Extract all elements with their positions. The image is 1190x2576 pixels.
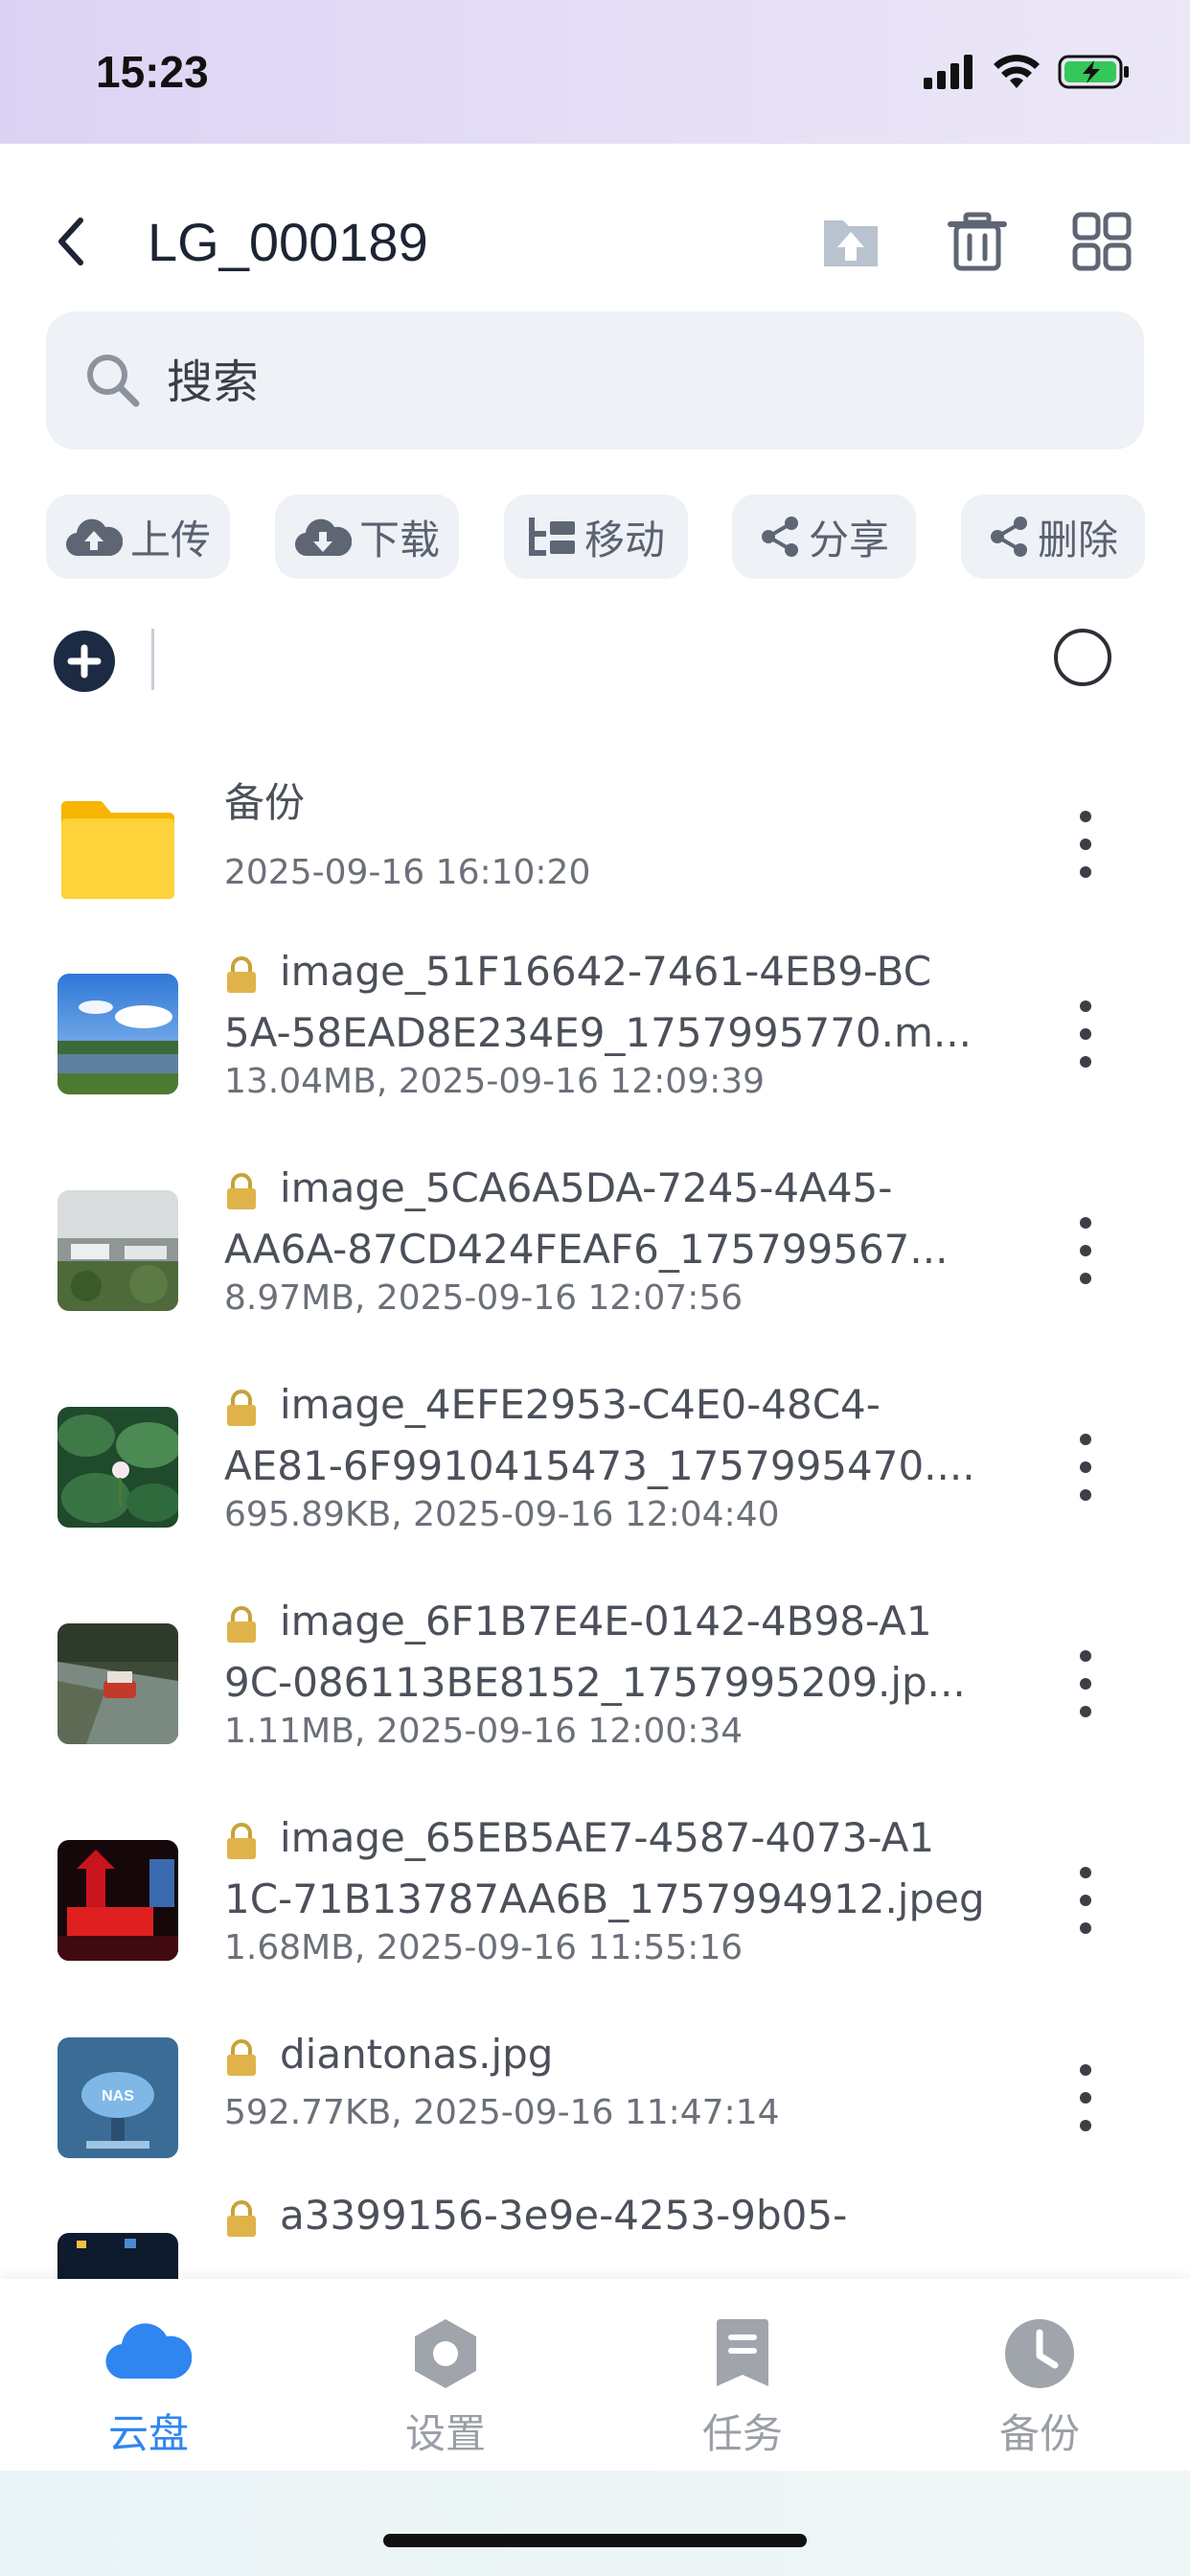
header: LG_000189	[0, 144, 1190, 307]
delete-label: 删除	[1037, 516, 1118, 564]
page-title: LG_000189	[148, 212, 428, 272]
upload-label: 上传	[129, 516, 211, 564]
image-thumbnail: NAS	[57, 2037, 178, 2158]
tab-backup[interactable]: 备份	[891, 2279, 1188, 2471]
add-button[interactable]	[54, 631, 115, 692]
list-item[interactable]: image_51F16642-7461-4EB9-BC 5A-58EAD8E23…	[0, 939, 1190, 1156]
list-item[interactable]: image_6F1B7E4E-0142-4B98-A1 9C-086113BE8…	[0, 1589, 1190, 1806]
tab-settings[interactable]: 设置	[297, 2279, 594, 2471]
download-label: 下载	[358, 516, 440, 564]
file-meta: 2025-09-16 16:10:20	[224, 853, 591, 892]
image-thumbnail	[57, 1840, 178, 1961]
more-menu-button[interactable]	[1073, 1650, 1098, 1717]
file-name: diantonas.jpg	[224, 2024, 1010, 2085]
list-item[interactable]: image_65EB5AE7-4587-4073-A1 1C-71B13787A…	[0, 1806, 1190, 2022]
file-name: image_65EB5AE7-4587-4073-A1 1C-71B13787A…	[224, 1814, 985, 1922]
image-thumbnail	[57, 2233, 178, 2281]
select-all-checkbox[interactable]	[1054, 629, 1111, 686]
more-menu-button[interactable]	[1073, 1434, 1098, 1501]
file-meta: 1.11MB, 2025-09-16 12:00:34	[224, 1712, 744, 1751]
lock-icon	[227, 1389, 256, 1426]
folder-icon	[61, 801, 174, 899]
lock-icon	[227, 1172, 256, 1209]
clock-icon	[1005, 2319, 1074, 2388]
tab-cloud[interactable]: 云盘	[0, 2279, 297, 2471]
file-name: image_5CA6A5DA-7245-4A45- AA6A-87CD424FE…	[224, 1164, 949, 1273]
lock-icon	[227, 1605, 256, 1643]
more-menu-button[interactable]	[1073, 1217, 1098, 1284]
image-thumbnail	[57, 1190, 178, 1311]
cloud-download-icon	[294, 518, 352, 557]
file-meta: 13.04MB, 2025-09-16 12:09:39	[224, 1062, 766, 1101]
settings-icon	[415, 2319, 476, 2388]
list-item[interactable]: image_5CA6A5DA-7245-4A45- AA6A-87CD424FE…	[0, 1156, 1190, 1372]
file-name: a3399156-3e9e-4253-9b05-	[224, 2185, 1010, 2246]
share-label: 分享	[808, 516, 889, 564]
status-time: 15:23	[96, 47, 209, 97]
search-bar[interactable]	[46, 311, 1144, 449]
tab-tasks[interactable]: 任务	[594, 2279, 891, 2471]
image-thumbnail	[57, 1407, 178, 1528]
status-icons	[924, 54, 1131, 90]
trash-icon[interactable]	[947, 211, 1008, 272]
move-button[interactable]: 移动	[504, 494, 688, 579]
file-meta: 592.77KB, 2025-09-16 11:47:14	[224, 2093, 780, 2132]
search-input[interactable]	[165, 348, 1031, 417]
wifi-icon	[994, 55, 1040, 88]
file-list: 备份 2025-09-16 16:10:20 image_51F16642-74…	[0, 748, 1190, 2281]
upload-button[interactable]: 上传	[46, 494, 230, 579]
task-icon	[717, 2319, 768, 2386]
file-meta: 695.89KB, 2025-09-16 12:04:40	[224, 1495, 780, 1534]
image-thumbnail	[57, 1623, 178, 1744]
file-name: image_51F16642-7461-4EB9-BC 5A-58EAD8E23…	[224, 948, 972, 1056]
file-meta: 8.97MB, 2025-09-16 12:07:56	[224, 1278, 744, 1318]
move-icon	[528, 518, 575, 556]
download-button[interactable]: 下载	[275, 494, 459, 579]
list-item[interactable]: a3399156-3e9e-4253-9b05-	[0, 2185, 1190, 2281]
image-thumbnail	[57, 974, 178, 1094]
lock-icon	[227, 955, 256, 993]
back-icon[interactable]	[48, 213, 96, 270]
search-icon	[87, 355, 140, 407]
home-area	[0, 2471, 1190, 2576]
home-indicator[interactable]	[383, 2534, 807, 2547]
delete-button[interactable]: 删除	[961, 494, 1145, 579]
tab-tasks-label: 任务	[701, 2410, 783, 2457]
share-icon	[761, 517, 798, 557]
lock-icon	[227, 1822, 256, 1859]
list-item-folder[interactable]: 备份 2025-09-16 16:10:20	[0, 748, 1190, 964]
more-menu-button[interactable]	[1073, 1000, 1098, 1068]
thumbnail-text: NAS	[102, 2088, 134, 2104]
file-name: image_4EFE2953-C4E0-48C4- AE81-6F9910415…	[224, 1381, 975, 1489]
tab-backup-label: 备份	[998, 2410, 1080, 2457]
lock-icon	[227, 2199, 256, 2237]
status-bar: 15:23	[0, 0, 1190, 144]
more-menu-button[interactable]	[1073, 2064, 1098, 2131]
share-icon	[990, 517, 1027, 557]
share-button[interactable]: 分享	[732, 494, 916, 579]
file-meta: 1.68MB, 2025-09-16 11:55:16	[224, 1928, 744, 1967]
lock-icon	[227, 2038, 256, 2076]
file-name: image_6F1B7E4E-0142-4B98-A1 9C-086113BE8…	[224, 1598, 966, 1706]
battery-charging-icon	[1058, 55, 1129, 89]
cloud-icon	[105, 2323, 192, 2380]
more-menu-button[interactable]	[1073, 1867, 1098, 1934]
signal-icon	[924, 55, 973, 89]
tab-cloud-label: 云盘	[107, 2410, 189, 2457]
bottom-nav: 云盘 设置 任务 备份	[0, 2279, 1190, 2471]
plus-icon	[67, 644, 102, 678]
tab-settings-label: 设置	[404, 2410, 486, 2457]
list-item[interactable]: image_4EFE2953-C4E0-48C4- AE81-6F9910415…	[0, 1372, 1190, 1589]
file-name: 备份	[224, 779, 306, 826]
grid-view-icon[interactable]	[1071, 211, 1133, 272]
action-bar: 上传 下载 移动 分享 删除	[46, 494, 1146, 581]
upload-folder-icon[interactable]	[820, 211, 881, 272]
cloud-upload-icon	[65, 518, 123, 557]
move-label: 移动	[584, 516, 665, 564]
toolbar-divider	[151, 629, 154, 690]
more-menu-button[interactable]	[1073, 811, 1098, 878]
